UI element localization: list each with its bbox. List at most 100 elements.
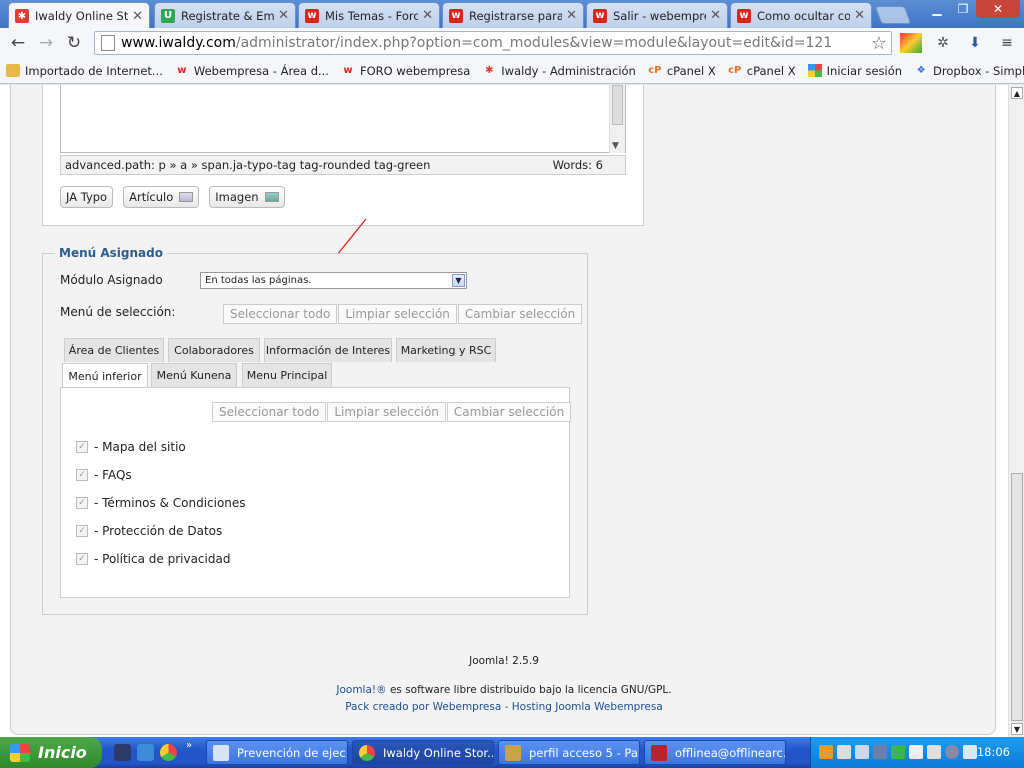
close-tab-icon[interactable]: ✕ xyxy=(854,8,865,23)
forward-arrow-icon[interactable]: → xyxy=(32,33,60,53)
tab-label: Área de Clientes xyxy=(68,344,160,357)
tab-salir[interactable]: w Salir - webempresa ✕ xyxy=(586,2,728,28)
close-tab-icon[interactable]: ✕ xyxy=(422,8,433,23)
tray-icon[interactable] xyxy=(855,745,869,759)
extension-icon[interactable] xyxy=(900,33,922,53)
image-button[interactable]: Imagen xyxy=(209,186,285,208)
scrollbar-thumb[interactable] xyxy=(612,85,623,125)
tab-menu-kunena[interactable]: Menú Kunena xyxy=(151,363,237,387)
download-extension-icon[interactable]: ⬇ xyxy=(964,33,986,53)
task-label: Iwaldy Online Stor... xyxy=(383,745,494,760)
menu-item-checkbox[interactable]: ✓ - FAQs xyxy=(76,468,132,482)
tray-icon[interactable] xyxy=(945,745,959,759)
tab-mis-temas[interactable]: w Mis Temas - Foro J ✕ xyxy=(298,2,440,28)
taskbar-item[interactable]: Prevención de ejec... xyxy=(206,740,348,765)
close-tab-icon[interactable]: ✕ xyxy=(132,9,143,24)
tab-label: Colaboradores xyxy=(174,344,254,357)
scroll-up-icon[interactable]: ▲ xyxy=(1011,87,1023,99)
bookmark-item[interactable]: w Webempresa - Área d... xyxy=(175,64,329,78)
quicklaunch-icon[interactable] xyxy=(114,744,131,761)
checkmark-icon[interactable]: ✓ xyxy=(76,553,88,565)
editor-textarea[interactable]: ▼ xyxy=(60,85,626,153)
tab-informacion-de-interes[interactable]: Información de Interes xyxy=(264,338,392,362)
tab-registrate[interactable]: U Registrate & Empi ✕ xyxy=(154,2,296,28)
article-button[interactable]: Artículo xyxy=(123,186,200,208)
tab-iwaldy-online-store[interactable]: ✱ Iwaldy Online Stor ✕ xyxy=(8,2,150,29)
tray-icon[interactable] xyxy=(927,745,941,759)
tab-menu-inferior[interactable]: Menú inferior xyxy=(62,363,148,388)
bookmark-star-icon[interactable]: ☆ xyxy=(871,33,887,54)
system-tray: 18:06 xyxy=(810,737,1024,768)
close-window-icon[interactable]: ✕ xyxy=(976,0,1020,18)
scroll-down-icon[interactable]: ▼ xyxy=(612,141,619,151)
address-bar[interactable]: www.iwaldy.com/administrator/index.php?o… xyxy=(94,31,892,55)
clock[interactable]: 18:06 xyxy=(977,745,1010,759)
joomla-link[interactable]: Joomla!® xyxy=(336,684,386,696)
menu-assignment-legend: Menú Asignado xyxy=(55,246,167,260)
tab-colaboradores[interactable]: Colaboradores xyxy=(168,338,260,362)
select-all-button[interactable]: Seleccionar todo xyxy=(223,304,338,324)
tab-menu-principal[interactable]: Menu Principal xyxy=(242,363,332,387)
toggle-selection-button[interactable]: Cambiar selección xyxy=(446,402,572,422)
scroll-down-icon[interactable]: ▼ xyxy=(1011,723,1023,735)
tray-icon[interactable] xyxy=(963,745,977,759)
start-button[interactable]: Inicio xyxy=(0,737,102,768)
page-scrollbar[interactable]: ▲ ▼ xyxy=(1008,85,1024,737)
tab-area-de-clientes[interactable]: Área de Clientes xyxy=(64,338,164,362)
bookmark-item[interactable]: Importado de Internet... xyxy=(6,64,163,78)
tab-marketing-y-rsc[interactable]: Marketing y RSC xyxy=(396,338,496,362)
webempresa-favicon-icon: w xyxy=(737,8,751,23)
bookmark-item[interactable]: ✱ Iwaldy - Administración xyxy=(482,64,636,78)
taskbar-item[interactable]: Iwaldy Online Stor... xyxy=(352,740,494,765)
checkmark-icon[interactable]: ✓ xyxy=(76,441,88,453)
joomla-icon: ✱ xyxy=(485,65,494,76)
close-tab-icon[interactable]: ✕ xyxy=(566,8,577,23)
tray-icon[interactable] xyxy=(909,745,923,759)
tray-icon[interactable] xyxy=(873,745,887,759)
editor-scrollbar[interactable]: ▼ xyxy=(609,85,625,153)
scrollbar-thumb[interactable] xyxy=(1011,473,1023,721)
panel-selection-buttons: Seleccionar todo Limpiar selección Cambi… xyxy=(212,402,572,422)
reload-icon[interactable]: ↻ xyxy=(60,33,88,53)
select-all-button[interactable]: Seleccionar todo xyxy=(212,402,327,422)
chrome-icon[interactable] xyxy=(160,744,177,761)
tab-como-ocultar[interactable]: w Como ocultar cont ✕ xyxy=(730,2,872,28)
checkmark-icon[interactable]: ✓ xyxy=(76,469,88,481)
tab-registrarse[interactable]: w Registrarse para lo ✕ xyxy=(442,2,584,28)
new-tab-button[interactable] xyxy=(874,6,912,24)
minimize-icon[interactable]: ▁ xyxy=(924,0,950,18)
checkmark-icon[interactable]: ✓ xyxy=(76,525,88,537)
ie-icon[interactable] xyxy=(137,744,154,761)
menu-item-checkbox[interactable]: ✓ - Términos & Condiciones xyxy=(76,496,246,510)
taskbar-item[interactable]: perfil acceso 5 - Paint xyxy=(498,740,640,765)
bookmark-item[interactable]: w FORO webempresa xyxy=(341,64,470,78)
module-assignment-select[interactable]: En todas las páginas. ▼ xyxy=(200,272,467,289)
bookmark-item[interactable]: cP cPanel X xyxy=(728,64,796,78)
tab-title: Mis Temas - Foro J xyxy=(325,8,419,23)
menu-item-checkbox[interactable]: ✓ - Protección de Datos xyxy=(76,524,222,538)
ja-typo-button[interactable]: JA Typo xyxy=(60,186,114,208)
bookmark-item[interactable]: Iniciar sesión xyxy=(807,64,902,78)
tray-icon[interactable] xyxy=(891,745,905,759)
bookmark-item[interactable]: ❖ Dropbox - Simplifica tu... xyxy=(914,64,1024,78)
maximize-icon[interactable]: ❐ xyxy=(950,0,976,18)
close-tab-icon[interactable]: ✕ xyxy=(278,8,289,23)
checkmark-icon[interactable]: ✓ xyxy=(76,497,88,509)
back-arrow-icon[interactable]: ← xyxy=(4,33,32,53)
bookmark-item[interactable]: cP cPanel X xyxy=(648,64,716,78)
webempresa-link[interactable]: Pack creado por Webempresa - Hosting Joo… xyxy=(0,701,1008,713)
clear-selection-button[interactable]: Limpiar selección xyxy=(338,304,457,324)
toggle-selection-button[interactable]: Cambiar selección xyxy=(457,304,583,324)
tray-icon[interactable] xyxy=(837,745,851,759)
clear-selection-button[interactable]: Limpiar selección xyxy=(327,402,446,422)
tray-icon[interactable] xyxy=(819,745,833,759)
menu-icon[interactable]: ≡ xyxy=(996,33,1018,53)
close-tab-icon[interactable]: ✕ xyxy=(710,8,721,23)
joomla-favicon-icon: ✱ xyxy=(15,9,29,23)
menu-item-checkbox[interactable]: ✓ - Política de privacidad xyxy=(76,552,230,566)
menu-item-checkbox[interactable]: ✓ - Mapa del sitio xyxy=(76,440,186,454)
chevron-right-icon[interactable]: » xyxy=(186,740,192,751)
bug-extension-icon[interactable]: ✲ xyxy=(932,33,954,53)
u-favicon-icon: U xyxy=(161,8,175,23)
taskbar-item[interactable]: offlinea@offlinearc... xyxy=(644,740,786,765)
